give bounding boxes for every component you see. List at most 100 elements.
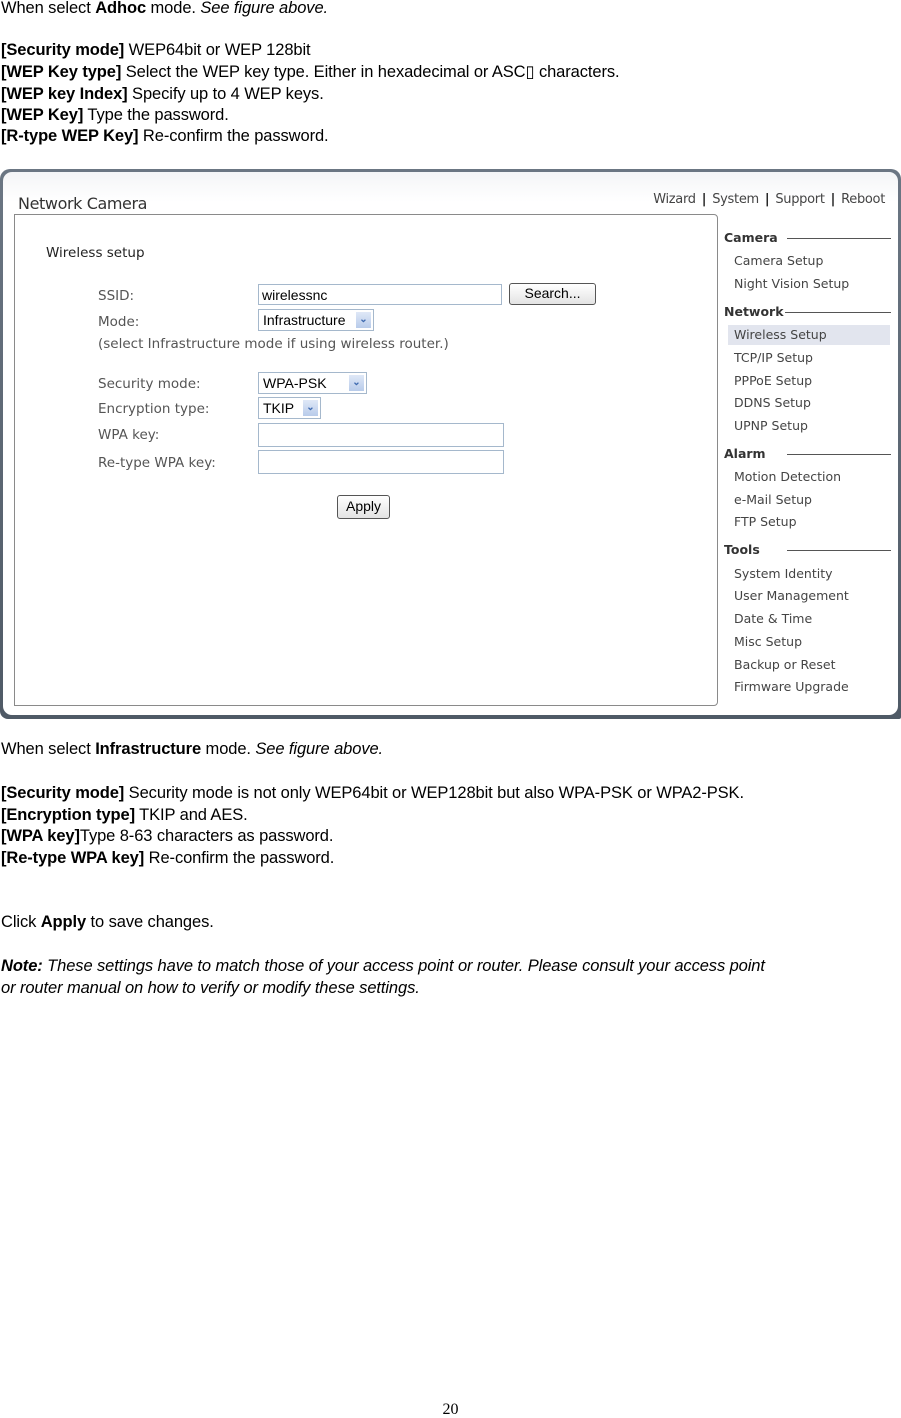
- sidebar-item-motion-detection[interactable]: Motion Detection: [728, 467, 890, 487]
- sidebar-group-title: Network: [724, 304, 784, 319]
- description: Re-confirm the password.: [138, 127, 329, 145]
- intro-text: When select: [1, 0, 96, 17]
- search-button[interactable]: Search...: [509, 283, 596, 305]
- sidebar-item-firmware-upgrade[interactable]: Firmware Upgrade: [728, 677, 890, 697]
- main-panel: Wireless setup SSID: wirelessnc Search..…: [14, 214, 718, 706]
- security-mode-select[interactable]: WPA-PSK ⌄: [258, 372, 367, 394]
- intro-text: mode.: [201, 740, 256, 758]
- encryption-type-label: Encryption type:: [98, 401, 210, 417]
- sidebar-item-pppoe-setup[interactable]: PPPoE Setup: [728, 371, 890, 391]
- description: Specify up to 4 WEP keys.: [127, 85, 324, 103]
- intro-text: When select: [1, 740, 96, 758]
- nav-separator: |: [764, 192, 770, 207]
- retype-wpa-key-input[interactable]: [258, 450, 504, 474]
- app-title: Network Camera: [18, 194, 148, 213]
- nav-system[interactable]: System: [712, 192, 759, 207]
- adhoc-item: [WEP Key type] Select the WEP key type. …: [1, 62, 620, 82]
- group-divider: [787, 454, 891, 455]
- description: TKIP and AES.: [134, 806, 248, 824]
- sidebar-group-tools: Tools: [724, 542, 894, 557]
- sidebar-group-title: Alarm: [724, 446, 766, 461]
- note-line-1: Note: These settings have to match those…: [1, 956, 765, 976]
- description: Type 8-63 characters as password.: [79, 827, 334, 845]
- sidebar-group-alarm: Alarm: [724, 446, 894, 461]
- description: WEP64bit or WEP 128bit: [124, 41, 311, 59]
- term: [R-type WEP Key]: [1, 127, 139, 145]
- sidebar-item-system-identity[interactable]: System Identity: [728, 564, 890, 584]
- chevron-down-icon: ⌄: [356, 312, 371, 328]
- mode-name: Infrastructure: [95, 740, 202, 758]
- note-line-2: or router manual on how to verify or mod…: [1, 979, 420, 997]
- page-number: 20: [442, 1401, 459, 1418]
- sidebar-item-ddns-setup[interactable]: DDNS Setup: [728, 393, 890, 413]
- figure-reference: See figure above.: [255, 740, 384, 758]
- term: [Security mode]: [1, 41, 125, 59]
- panel-heading: Wireless setup: [46, 245, 145, 261]
- sidebar-group-title: Camera: [724, 230, 778, 245]
- sidebar-item-date-time[interactable]: Date & Time: [728, 609, 890, 629]
- retype-wpa-key-label: Re-type WPA key:: [98, 455, 216, 471]
- term: [WEP Key type]: [1, 63, 122, 81]
- figure-reference: See figure above.: [200, 0, 329, 17]
- term: [Encryption type]: [1, 806, 135, 824]
- mode-label: Mode:: [98, 314, 140, 330]
- adhoc-item: [WEP key Index] Specify up to 4 WEP keys…: [1, 84, 324, 104]
- encryption-type-select[interactable]: TKIP ⌄: [258, 397, 321, 419]
- description: Select the WEP key type. Either in hexad…: [121, 63, 620, 81]
- nav-separator: |: [830, 192, 836, 207]
- sidebar-item-night-vision-setup[interactable]: Night Vision Setup: [728, 274, 890, 294]
- mode-name: Adhoc: [95, 0, 147, 17]
- description: Re-confirm the password.: [144, 849, 335, 867]
- sidebar-item-upnp-setup[interactable]: UPNP Setup: [728, 416, 890, 436]
- app-window: Network Camera Wizard | System | Support | Reb…: [3, 172, 898, 715]
- infra-item: [Encryption type] TKIP and AES.: [1, 805, 248, 825]
- adhoc-intro: When select Adhoc mode. See figure above…: [1, 0, 328, 18]
- chevron-down-icon: ⌄: [349, 375, 364, 391]
- sidebar-item-tcpip-setup[interactable]: TCP/IP Setup: [728, 348, 890, 368]
- instruction-text: Click: [1, 913, 41, 931]
- note-text: These settings have to match those of yo…: [42, 957, 765, 975]
- mode-select-value: Infrastructure: [263, 312, 346, 328]
- nav-separator: |: [701, 192, 707, 207]
- sidebar-item-user-management[interactable]: User Management: [728, 586, 890, 606]
- ssid-label: SSID:: [98, 288, 135, 304]
- infra-item: [WPA key]Type 8-63 characters as passwor…: [1, 826, 333, 846]
- sidebar-group-camera: Camera: [724, 230, 894, 245]
- sidebar-item-misc-setup[interactable]: Misc Setup: [728, 632, 890, 652]
- security-mode-value: WPA-PSK: [263, 375, 327, 391]
- nav-reboot[interactable]: Reboot: [841, 192, 885, 207]
- apply-instruction: Click Apply to save changes.: [1, 912, 214, 932]
- adhoc-item: [WEP Key] Type the password.: [1, 105, 229, 125]
- infra-item: [Re-type WPA key] Re-confirm the passwor…: [1, 848, 334, 868]
- wpa-key-input[interactable]: [258, 423, 504, 447]
- sidebar-group-network: Network: [724, 304, 894, 319]
- group-divider: [787, 238, 891, 239]
- apply-keyword: Apply: [40, 913, 87, 931]
- apply-button[interactable]: Apply: [337, 495, 390, 519]
- term: [WEP Key]: [1, 106, 84, 124]
- description: Security mode is not only WEP64bit or WE…: [124, 784, 744, 802]
- nav-wizard[interactable]: Wizard: [653, 192, 696, 207]
- group-divider: [787, 550, 891, 551]
- sidebar-group-title: Tools: [724, 542, 760, 557]
- term: [Re-type WPA key]: [1, 849, 145, 867]
- adhoc-item: [R-type WEP Key] Re-confirm the password…: [1, 126, 329, 146]
- wpa-key-label: WPA key:: [98, 427, 160, 443]
- chevron-down-icon: ⌄: [303, 400, 318, 416]
- sidebar-item-backup-reset[interactable]: Backup or Reset: [728, 655, 890, 675]
- security-mode-label: Security mode:: [98, 376, 201, 392]
- ssid-input[interactable]: wirelessnc: [258, 284, 502, 305]
- infra-item: [Security mode] Security mode is not onl…: [1, 783, 744, 803]
- adhoc-item: [Security mode] WEP64bit or WEP 128bit: [1, 40, 311, 60]
- sidebar-item-camera-setup[interactable]: Camera Setup: [728, 251, 890, 271]
- sidebar-item-wireless-setup[interactable]: Wireless Setup: [728, 325, 890, 345]
- sidebar-item-email-setup[interactable]: e-Mail Setup: [728, 490, 890, 510]
- term: [WPA key]: [1, 827, 80, 845]
- top-nav: Wizard | System | Support | Reboot: [653, 192, 885, 207]
- instruction-text: to save changes.: [86, 913, 214, 931]
- mode-hint: (select Infrastructure mode if using wir…: [98, 336, 449, 352]
- intro-text: mode.: [146, 0, 201, 17]
- sidebar-item-ftp-setup[interactable]: FTP Setup: [728, 512, 890, 532]
- nav-support[interactable]: Support: [775, 192, 825, 207]
- mode-select[interactable]: Infrastructure ⌄: [258, 309, 374, 331]
